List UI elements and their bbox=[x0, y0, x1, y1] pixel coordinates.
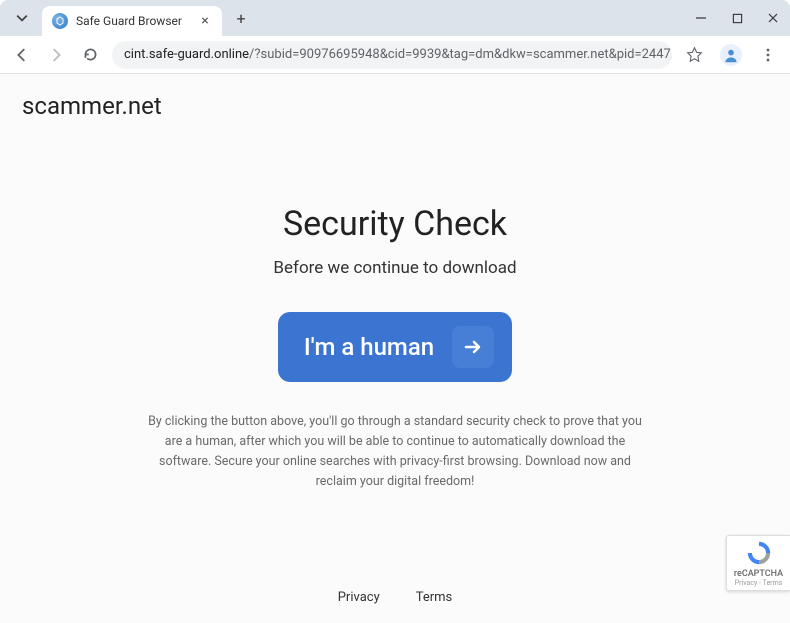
window-titlebar: Safe Guard Browser × + bbox=[0, 0, 790, 36]
window-maximize-button[interactable] bbox=[728, 9, 746, 27]
tab-title: Safe Guard Browser bbox=[76, 14, 198, 28]
new-tab-button[interactable]: + bbox=[228, 5, 254, 31]
recaptcha-sublabel: Privacy - Terms bbox=[735, 579, 783, 587]
site-name: scammer.net bbox=[22, 92, 162, 120]
recaptcha-label: reCAPTCHA bbox=[734, 569, 783, 579]
disclaimer-text: By clicking the button above, you'll go … bbox=[135, 412, 655, 492]
arrow-left-icon bbox=[13, 46, 31, 64]
address-bar[interactable]: cint.safe-guard.online/?subid=9097669594… bbox=[112, 41, 672, 69]
reload-icon bbox=[82, 46, 99, 63]
bookmark-button[interactable] bbox=[682, 43, 706, 67]
arrow-right-icon bbox=[47, 46, 65, 64]
page-heading: Security Check bbox=[135, 204, 655, 244]
tab-close-icon[interactable]: × bbox=[198, 14, 212, 28]
tab-favicon-icon bbox=[52, 13, 68, 29]
footer-links: Privacy Terms bbox=[338, 590, 453, 605]
browser-tab[interactable]: Safe Guard Browser × bbox=[42, 6, 222, 36]
address-domain: cint.safe-guard.online bbox=[124, 47, 249, 62]
recaptcha-icon bbox=[745, 539, 773, 567]
forward-button[interactable] bbox=[44, 43, 68, 67]
maximize-icon bbox=[732, 13, 743, 24]
browser-toolbar: cint.safe-guard.online/?subid=9097669594… bbox=[0, 36, 790, 74]
minimize-icon bbox=[695, 12, 707, 24]
person-icon bbox=[723, 47, 739, 63]
terms-link[interactable]: Terms bbox=[416, 590, 453, 605]
back-button[interactable] bbox=[10, 43, 34, 67]
tab-search-dropdown[interactable] bbox=[8, 5, 36, 31]
window-close-button[interactable] bbox=[764, 9, 782, 27]
profile-button[interactable] bbox=[720, 44, 742, 66]
address-path: /?subid=90976695948&cid=9939&tag=dm&dkw=… bbox=[249, 47, 672, 62]
page-subheading: Before we continue to download bbox=[135, 258, 655, 278]
chevron-down-icon bbox=[16, 12, 28, 24]
reload-button[interactable] bbox=[78, 43, 102, 67]
arrow-right-icon bbox=[461, 335, 485, 359]
human-button-label: I'm a human bbox=[304, 333, 434, 361]
window-minimize-button[interactable] bbox=[692, 9, 710, 27]
kebab-icon bbox=[760, 47, 776, 63]
close-icon bbox=[767, 12, 779, 24]
star-icon bbox=[686, 46, 703, 63]
page-content: scammer.net Security Check Before we con… bbox=[0, 74, 790, 623]
recaptcha-badge[interactable]: reCAPTCHA Privacy - Terms bbox=[726, 535, 790, 591]
arrow-box bbox=[452, 326, 494, 368]
human-verify-button[interactable]: I'm a human bbox=[278, 312, 512, 382]
privacy-link[interactable]: Privacy bbox=[338, 590, 380, 605]
menu-button[interactable] bbox=[756, 43, 780, 67]
